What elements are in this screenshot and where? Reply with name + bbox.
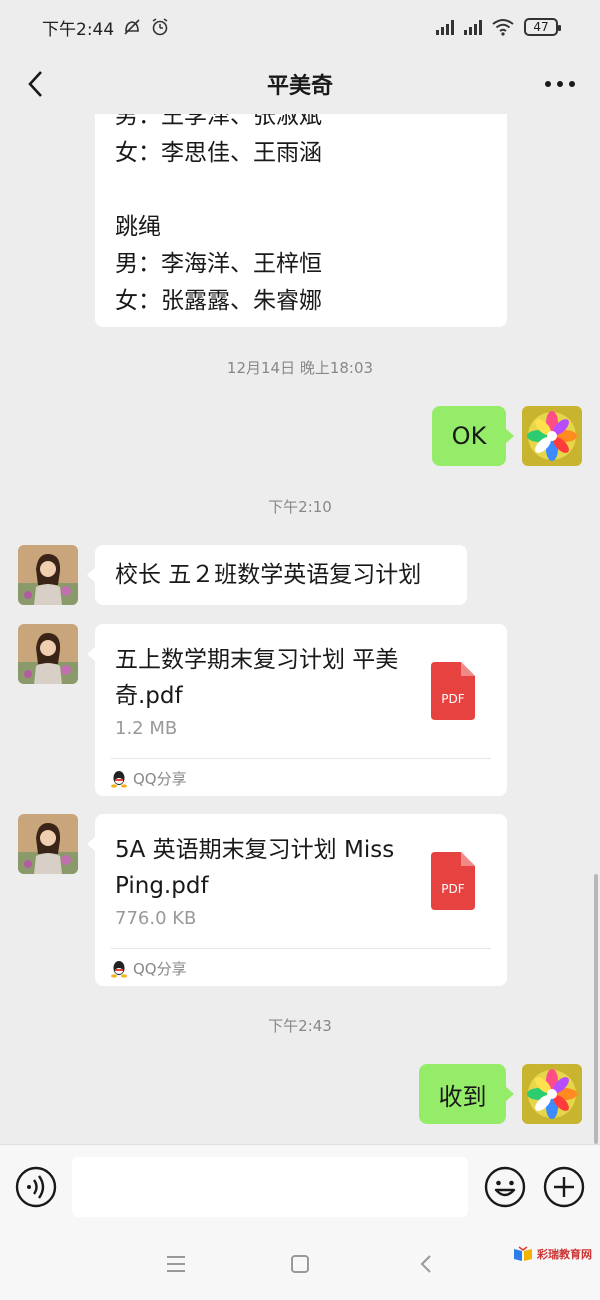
contact-photo-icon (18, 814, 78, 874)
svg-text:PDF: PDF (441, 882, 464, 896)
file-source-label: QQ分享 (133, 770, 187, 788)
file-source: QQ分享 (111, 768, 187, 789)
message-line: 男：王李泽、张淑斌 (115, 114, 322, 129)
qq-icon (111, 960, 127, 978)
file-message-card[interactable]: 五上数学期末复习计划 平美奇.pdf 1.2 MB PDF QQ分享 (87, 624, 507, 796)
flower-avatar-icon (522, 1064, 582, 1124)
file-name: 5A 英语期末复习计划 Miss Ping.pdf (115, 837, 395, 899)
received-message-bubble[interactable]: 校长 五２班数学英语复习计划 (87, 545, 467, 605)
file-divider (111, 758, 491, 759)
message-input-bar (0, 1144, 600, 1228)
signal-icon-2 (464, 19, 482, 35)
qq-icon (111, 770, 127, 788)
file-size: 1.2 MB (115, 718, 178, 739)
chat-header: 平美奇 (0, 54, 600, 114)
watermark-logo: 彩瑞教育网 (513, 1246, 592, 1262)
nav-back-button[interactable] (408, 1248, 444, 1280)
emoji-icon[interactable] (483, 1165, 527, 1209)
more-button[interactable] (538, 66, 582, 102)
file-message-card[interactable]: 5A 英语期末复习计划 Miss Ping.pdf 776.0 KB PDF Q… (87, 814, 507, 986)
dnd-off-icon (124, 19, 140, 35)
file-source-label: QQ分享 (133, 960, 187, 978)
status-bar: 下午2:44 47 (0, 0, 600, 54)
contact-avatar[interactable] (18, 814, 78, 874)
file-size: 776.0 KB (115, 908, 197, 929)
my-avatar[interactable] (522, 406, 582, 466)
contact-avatar[interactable] (18, 545, 78, 605)
plus-icon[interactable] (542, 1165, 586, 1209)
sent-message-text: 收到 (438, 1082, 487, 1111)
system-nav-bar: 彩瑞教育网 (0, 1228, 600, 1300)
wifi-icon (492, 19, 514, 36)
flower-avatar-icon (522, 406, 582, 466)
chat-message-list[interactable]: 男：王李泽、张淑斌 女：李思佳、王雨涵 跳绳 男：李海洋、王梓恒 女：张露露、朱… (0, 114, 600, 1144)
home-button[interactable] (282, 1248, 318, 1280)
my-avatar[interactable] (522, 1064, 582, 1124)
pdf-icon: PDF (431, 662, 475, 720)
sent-message-bubble[interactable]: OK (432, 406, 514, 466)
message-timestamp: 下午2:10 (268, 498, 332, 516)
more-icon (545, 81, 575, 87)
message-line: 女：张露露、朱睿娜 (115, 288, 322, 314)
message-bubble-list[interactable]: 男：王李泽、张淑斌 女：李思佳、王雨涵 跳绳 男：李海洋、王梓恒 女：张露露、朱… (95, 114, 507, 327)
recent-apps-button[interactable] (158, 1248, 194, 1280)
message-line: 跳绳 (115, 214, 161, 240)
chat-title: 平美奇 (266, 74, 333, 99)
message-timestamp: 12月14日 晚上18:03 (226, 359, 374, 377)
back-icon (28, 71, 42, 97)
chat-scrollbar[interactable] (594, 874, 598, 1144)
sent-message-text: OK (451, 422, 487, 450)
svg-text:PDF: PDF (441, 692, 464, 706)
message-line: 女：李思佳、王雨涵 (115, 140, 322, 166)
sent-message-bubble[interactable]: 收到 (419, 1064, 514, 1124)
message-input[interactable] (72, 1157, 468, 1217)
back-button[interactable] (18, 66, 54, 102)
home-icon (291, 1255, 309, 1273)
message-timestamp: 下午2:43 (268, 1017, 332, 1035)
battery-icon: 47 (524, 18, 561, 36)
file-source: QQ分享 (111, 958, 187, 979)
book-logo-icon (514, 1246, 532, 1261)
message-line: 男：李海洋、王梓恒 (115, 251, 322, 277)
received-message-text: 校长 五２班数学英语复习计划 (115, 561, 422, 588)
pdf-icon: PDF (431, 852, 475, 910)
message-line (95, 172, 507, 209)
signal-icon (436, 19, 454, 35)
contact-avatar[interactable] (18, 624, 78, 684)
menu-icon (167, 1256, 185, 1272)
file-divider (111, 948, 491, 949)
file-name: 五上数学期末复习计划 平美奇.pdf (115, 647, 399, 709)
watermark-text: 彩瑞教育网 (537, 1248, 592, 1261)
back-nav-icon (420, 1255, 431, 1273)
contact-photo-icon (18, 624, 78, 684)
alarm-icon (152, 18, 168, 36)
status-time: 下午2:44 (42, 19, 115, 40)
voice-icon[interactable] (14, 1165, 58, 1209)
contact-photo-icon (18, 545, 78, 605)
